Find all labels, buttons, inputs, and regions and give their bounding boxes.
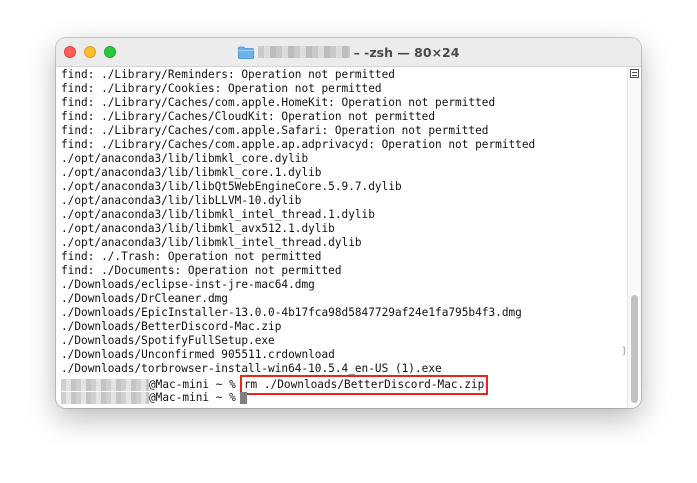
output-line: ./Downloads/DrCleaner.dmg <box>61 292 228 305</box>
redacted-username <box>257 46 350 58</box>
highlighted-command: rm ./Downloads/BetterDiscord-Mac.zip <box>239 375 489 395</box>
output-line: find: ./Library/Cookies: Operation not p… <box>61 82 382 95</box>
output-line: ./Downloads/torbrowser-install-win64-10.… <box>61 362 442 375</box>
title-bar: – -zsh — 80×24 <box>56 38 641 67</box>
output-line: ./Downloads/eclipse-inst-jre-mac64.dmg <box>61 278 315 291</box>
terminal-window: – -zsh — 80×24 find: ./Library/Reminders… <box>56 38 641 408</box>
output-line: find: ./.Trash: Operation not permitted <box>61 250 322 263</box>
window-title-text: – -zsh — 80×24 <box>353 44 460 60</box>
output-line: find: ./Library/Caches/com.apple.Safari:… <box>61 124 489 137</box>
command-text: rm ./Downloads/BetterDiscord-Mac.zip <box>243 378 485 391</box>
vertical-scrollbar[interactable] <box>627 67 641 408</box>
folder-icon <box>237 46 254 59</box>
prompt-text: @Mac-mini ~ % <box>149 391 236 404</box>
output-line: ./opt/anaconda3/lib/libmkl_core.1.dylib <box>61 166 322 179</box>
redacted-hostname <box>61 392 149 404</box>
output-line: ./Downloads/EpicInstaller-13.0.0-4b17fca… <box>61 306 522 319</box>
output-line: find: ./Library/Reminders: Operation not… <box>61 68 395 81</box>
output-line: ./opt/anaconda3/lib/libQt5WebEngineCore.… <box>61 180 402 193</box>
output-line: find: ./Library/Caches/com.apple.HomeKit… <box>61 96 496 109</box>
output-line: ./opt/anaconda3/lib/libmkl_core.dylib <box>61 152 309 165</box>
window-title: – -zsh — 80×24 <box>56 38 641 66</box>
output-lines: find: ./Library/Reminders: Operation not… <box>61 68 535 376</box>
output-line: ./opt/anaconda3/lib/libLLVM-10.dylib <box>61 194 302 207</box>
list-menu-icon[interactable] <box>630 69 639 78</box>
terminal-output[interactable]: find: ./Library/Reminders: Operation not… <box>56 67 628 408</box>
text-cursor <box>239 392 247 404</box>
scroll-thumb[interactable] <box>631 295 638 403</box>
output-line: ./Downloads/Unconfirmed 905511.crdownloa… <box>61 348 335 361</box>
output-line: find: ./Library/Caches/com.apple.ap.adpr… <box>61 138 536 151</box>
output-line: ./opt/anaconda3/lib/libmkl_intel_thread.… <box>61 208 375 221</box>
redacted-hostname <box>61 379 149 391</box>
output-line: ./Downloads/SpotifyFullSetup.exe <box>61 334 275 347</box>
output-line: ./Downloads/BetterDiscord-Mac.zip <box>61 320 282 333</box>
prompt-line-2[interactable]: @Mac-mini ~ % <box>61 391 247 405</box>
output-line: find: ./Library/Caches/CloudKit: Operati… <box>61 110 436 123</box>
output-line: ./opt/anaconda3/lib/libmkl_avx512.1.dyli… <box>61 222 335 235</box>
prompt-text: @Mac-mini ~ % <box>149 378 236 391</box>
output-line: ./opt/anaconda3/lib/libmkl_intel_thread.… <box>61 236 362 249</box>
output-line: find: ./Documents: Operation not permitt… <box>61 264 342 277</box>
